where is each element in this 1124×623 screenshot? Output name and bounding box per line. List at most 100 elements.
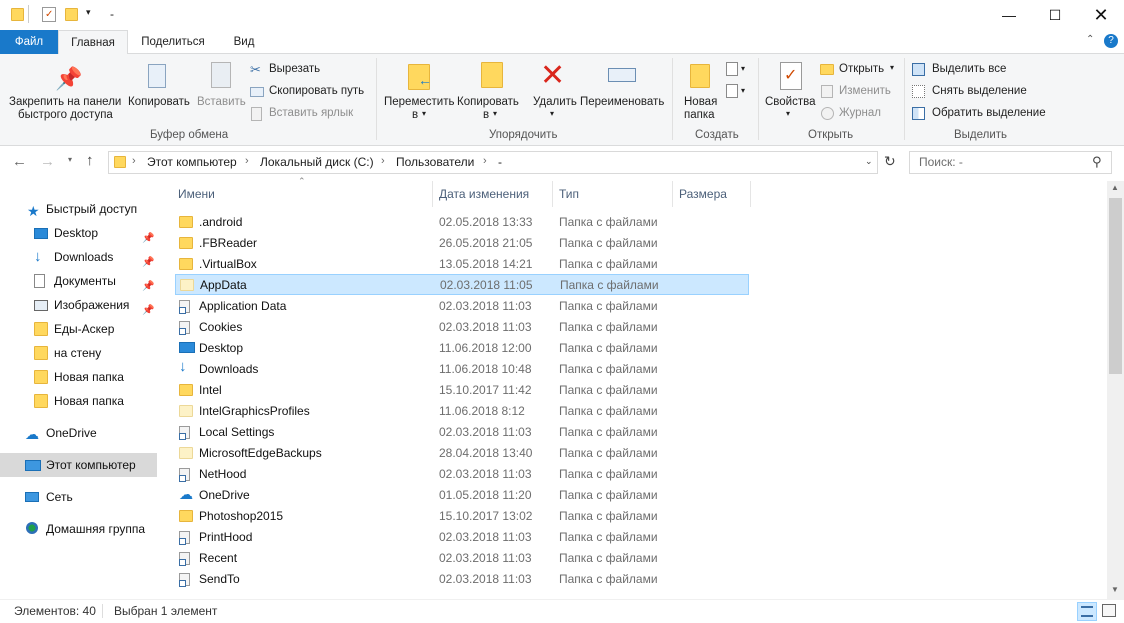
ribbon-tabs: Файл Главная Поделиться Вид ⌃ ?: [0, 30, 1124, 55]
new-folder-icon[interactable]: [65, 8, 78, 21]
delete-icon: ✕: [540, 59, 566, 92]
file-type: Папка с файлами: [559, 299, 658, 313]
file-name: Recent: [199, 551, 238, 565]
breadcrumb-user[interactable]: -: [498, 155, 502, 169]
file-row[interactable]: .FBReader 26.05.2018 21:05 Папка с файлами: [175, 233, 749, 254]
close-button[interactable]: ✕: [1078, 0, 1124, 30]
search-box[interactable]: Поиск: - ⚲: [909, 151, 1112, 174]
file-row[interactable]: NetHood 02.03.2018 11:03 Папка с файлами: [175, 464, 749, 485]
file-name: .android: [199, 215, 243, 229]
open-button[interactable]: Открыть ▾: [820, 62, 900, 80]
delete-label: Удалить: [533, 96, 577, 108]
shortcut-icon: [179, 468, 190, 482]
details-view-icon[interactable]: [1077, 602, 1097, 621]
status-bar: Элементов: 40 Выбран 1 элемент: [0, 599, 1124, 623]
edit-icon: [821, 85, 833, 98]
chevron-down-icon: ▾: [493, 109, 498, 118]
select-all-button[interactable]: Выделить все: [912, 62, 1052, 80]
invert-selection-button[interactable]: Обратить выделение: [912, 106, 1062, 124]
file-row[interactable]: IntelGraphicsProfiles 11.06.2018 8:12 Папк…: [175, 401, 749, 422]
pin-button[interactable]: 📌 Закрепить на панели быстрого доступа: [3, 58, 125, 128]
copy-to-button[interactable]: Копировать в ▾: [455, 58, 525, 128]
help-icon[interactable]: ?: [1104, 34, 1118, 48]
new-folder-button[interactable]: Новая папка: [678, 58, 722, 128]
scrollbar-thumb[interactable]: [1109, 198, 1122, 374]
cut-button[interactable]: ✂ Вырезать: [250, 62, 370, 80]
file-row[interactable]: AppData 02.03.2018 11:05 Папка с файлами: [175, 274, 749, 295]
download-icon: ↓: [179, 358, 187, 375]
file-row[interactable]: .VirtualBox 13.05.2018 14:21 Папка с файла…: [175, 254, 749, 275]
file-row[interactable]: SendTo 02.03.2018 11:03 Папка с файлами: [175, 569, 749, 590]
tab-home[interactable]: Главная: [58, 30, 128, 55]
up-icon[interactable]: ↑: [86, 152, 94, 169]
delete-button[interactable]: ✕ Удалить ▾: [528, 58, 578, 128]
paste-shortcut-button[interactable]: Вставить ярлык: [250, 106, 370, 124]
file-row[interactable]: .android 02.05.2018 13:33 Папка с файлами: [175, 212, 749, 233]
breadcrumb-separator: ›: [132, 155, 136, 167]
history-button[interactable]: Журнал: [820, 106, 900, 124]
separator: [28, 5, 29, 23]
scroll-up-icon[interactable]: ▲: [1111, 183, 1119, 192]
collapse-ribbon-icon[interactable]: ⌃: [1086, 34, 1094, 45]
folder-icon: [179, 510, 193, 522]
folder-icon: [179, 405, 193, 417]
move-to-button[interactable]: ← Переместить в ▾: [382, 58, 454, 128]
folder-icon: [179, 447, 193, 459]
file-row[interactable]: Recent 02.03.2018 11:03 Папка с файлами: [175, 548, 749, 569]
select-all-label: Выделить все: [932, 63, 1007, 75]
address-bar[interactable]: › Этот компьютер › Локальный диск (C:) ›…: [108, 151, 878, 174]
file-row[interactable]: PrintHood 02.03.2018 11:03 Папка с файлами: [175, 527, 749, 548]
create-group: Новая папка ▾ ▾ Создать: [674, 58, 758, 144]
maximize-button[interactable]: ☐: [1032, 0, 1078, 30]
file-type: Папка с файлами: [560, 278, 659, 292]
chevron-down-icon: ▾: [786, 109, 791, 118]
shortcut-arrow-icon: [179, 580, 186, 587]
customize-qat-icon[interactable]: ▾: [86, 7, 91, 18]
file-row[interactable]: Photoshop2015 15.10.2017 13:02 Папка с фай…: [175, 506, 749, 527]
back-icon[interactable]: ←: [12, 153, 27, 170]
address-history-icon[interactable]: ⌄: [865, 156, 873, 167]
search-input[interactable]: Поиск: -: [919, 155, 963, 169]
file-name: OneDrive: [199, 488, 250, 502]
column-header-name[interactable]: Имени: [170, 181, 433, 207]
edit-button[interactable]: Изменить: [820, 84, 900, 102]
search-icon[interactable]: ⚲: [1092, 154, 1102, 170]
column-header-type[interactable]: Тип: [553, 181, 673, 207]
breadcrumb-this-pc[interactable]: Этот компьютер: [147, 155, 237, 169]
tab-file[interactable]: Файл: [0, 30, 58, 54]
file-row[interactable]: Intel 15.10.2017 11:42 Папка с файлами: [175, 380, 749, 401]
file-row[interactable]: Cookies 02.03.2018 11:03 Папка с файлами: [175, 317, 749, 338]
rename-button[interactable]: Переименовать: [580, 58, 668, 128]
copy-path-button[interactable]: Скопировать путь: [250, 84, 375, 102]
forward-icon[interactable]: →: [40, 153, 55, 170]
properties-button[interactable]: ✓ Свойства ▾: [762, 58, 818, 128]
selection-count: Выбран 1 элемент: [114, 604, 218, 618]
scroll-down-icon[interactable]: ▼: [1111, 585, 1119, 594]
new-folder-label: Новая: [684, 96, 718, 108]
select-none-button[interactable]: Снять выделение: [912, 84, 1052, 102]
column-header-size[interactable]: Размера: [673, 181, 751, 207]
file-list: .android 02.05.2018 13:33 Папка с файлами.…: [0, 212, 1107, 599]
easy-access-button[interactable]: ▾: [726, 84, 750, 102]
properties-icon[interactable]: ✓: [42, 7, 56, 22]
file-row[interactable]: ☁ OneDrive 01.05.2018 11:20 Папка с файлами: [175, 485, 749, 506]
breadcrumb-separator: ›: [381, 155, 385, 167]
large-icons-view-icon[interactable]: [1102, 604, 1116, 617]
recent-locations-icon[interactable]: ▾: [68, 155, 72, 164]
breadcrumb-local-disk[interactable]: Локальный диск (C:): [260, 155, 374, 169]
item-count: Элементов: 40: [14, 604, 96, 618]
file-row[interactable]: ↓ Downloads 11.06.2018 10:48 Папка с файлам…: [175, 358, 749, 380]
breadcrumb-users[interactable]: Пользователи: [396, 155, 474, 169]
file-row[interactable]: Desktop 11.06.2018 12:00 Папка с файлами: [175, 338, 749, 359]
file-row[interactable]: Application Data 02.03.2018 11:03 Папка с …: [175, 296, 749, 317]
file-row[interactable]: Local Settings 02.03.2018 11:03 Папка с фа…: [175, 422, 749, 443]
refresh-icon[interactable]: ↻: [884, 153, 896, 170]
paste-button[interactable]: Вставить: [195, 58, 247, 128]
minimize-button[interactable]: —: [986, 0, 1032, 30]
new-item-button[interactable]: ▾: [726, 62, 750, 80]
tab-view[interactable]: Вид: [222, 30, 266, 54]
tab-share[interactable]: Поделиться: [130, 30, 216, 54]
file-row[interactable]: MicrosoftEdgeBackups 28.04.2018 13:40 Папк…: [175, 443, 749, 464]
column-header-date[interactable]: Дата изменения: [433, 181, 553, 207]
copy-button[interactable]: Копировать: [126, 58, 192, 128]
